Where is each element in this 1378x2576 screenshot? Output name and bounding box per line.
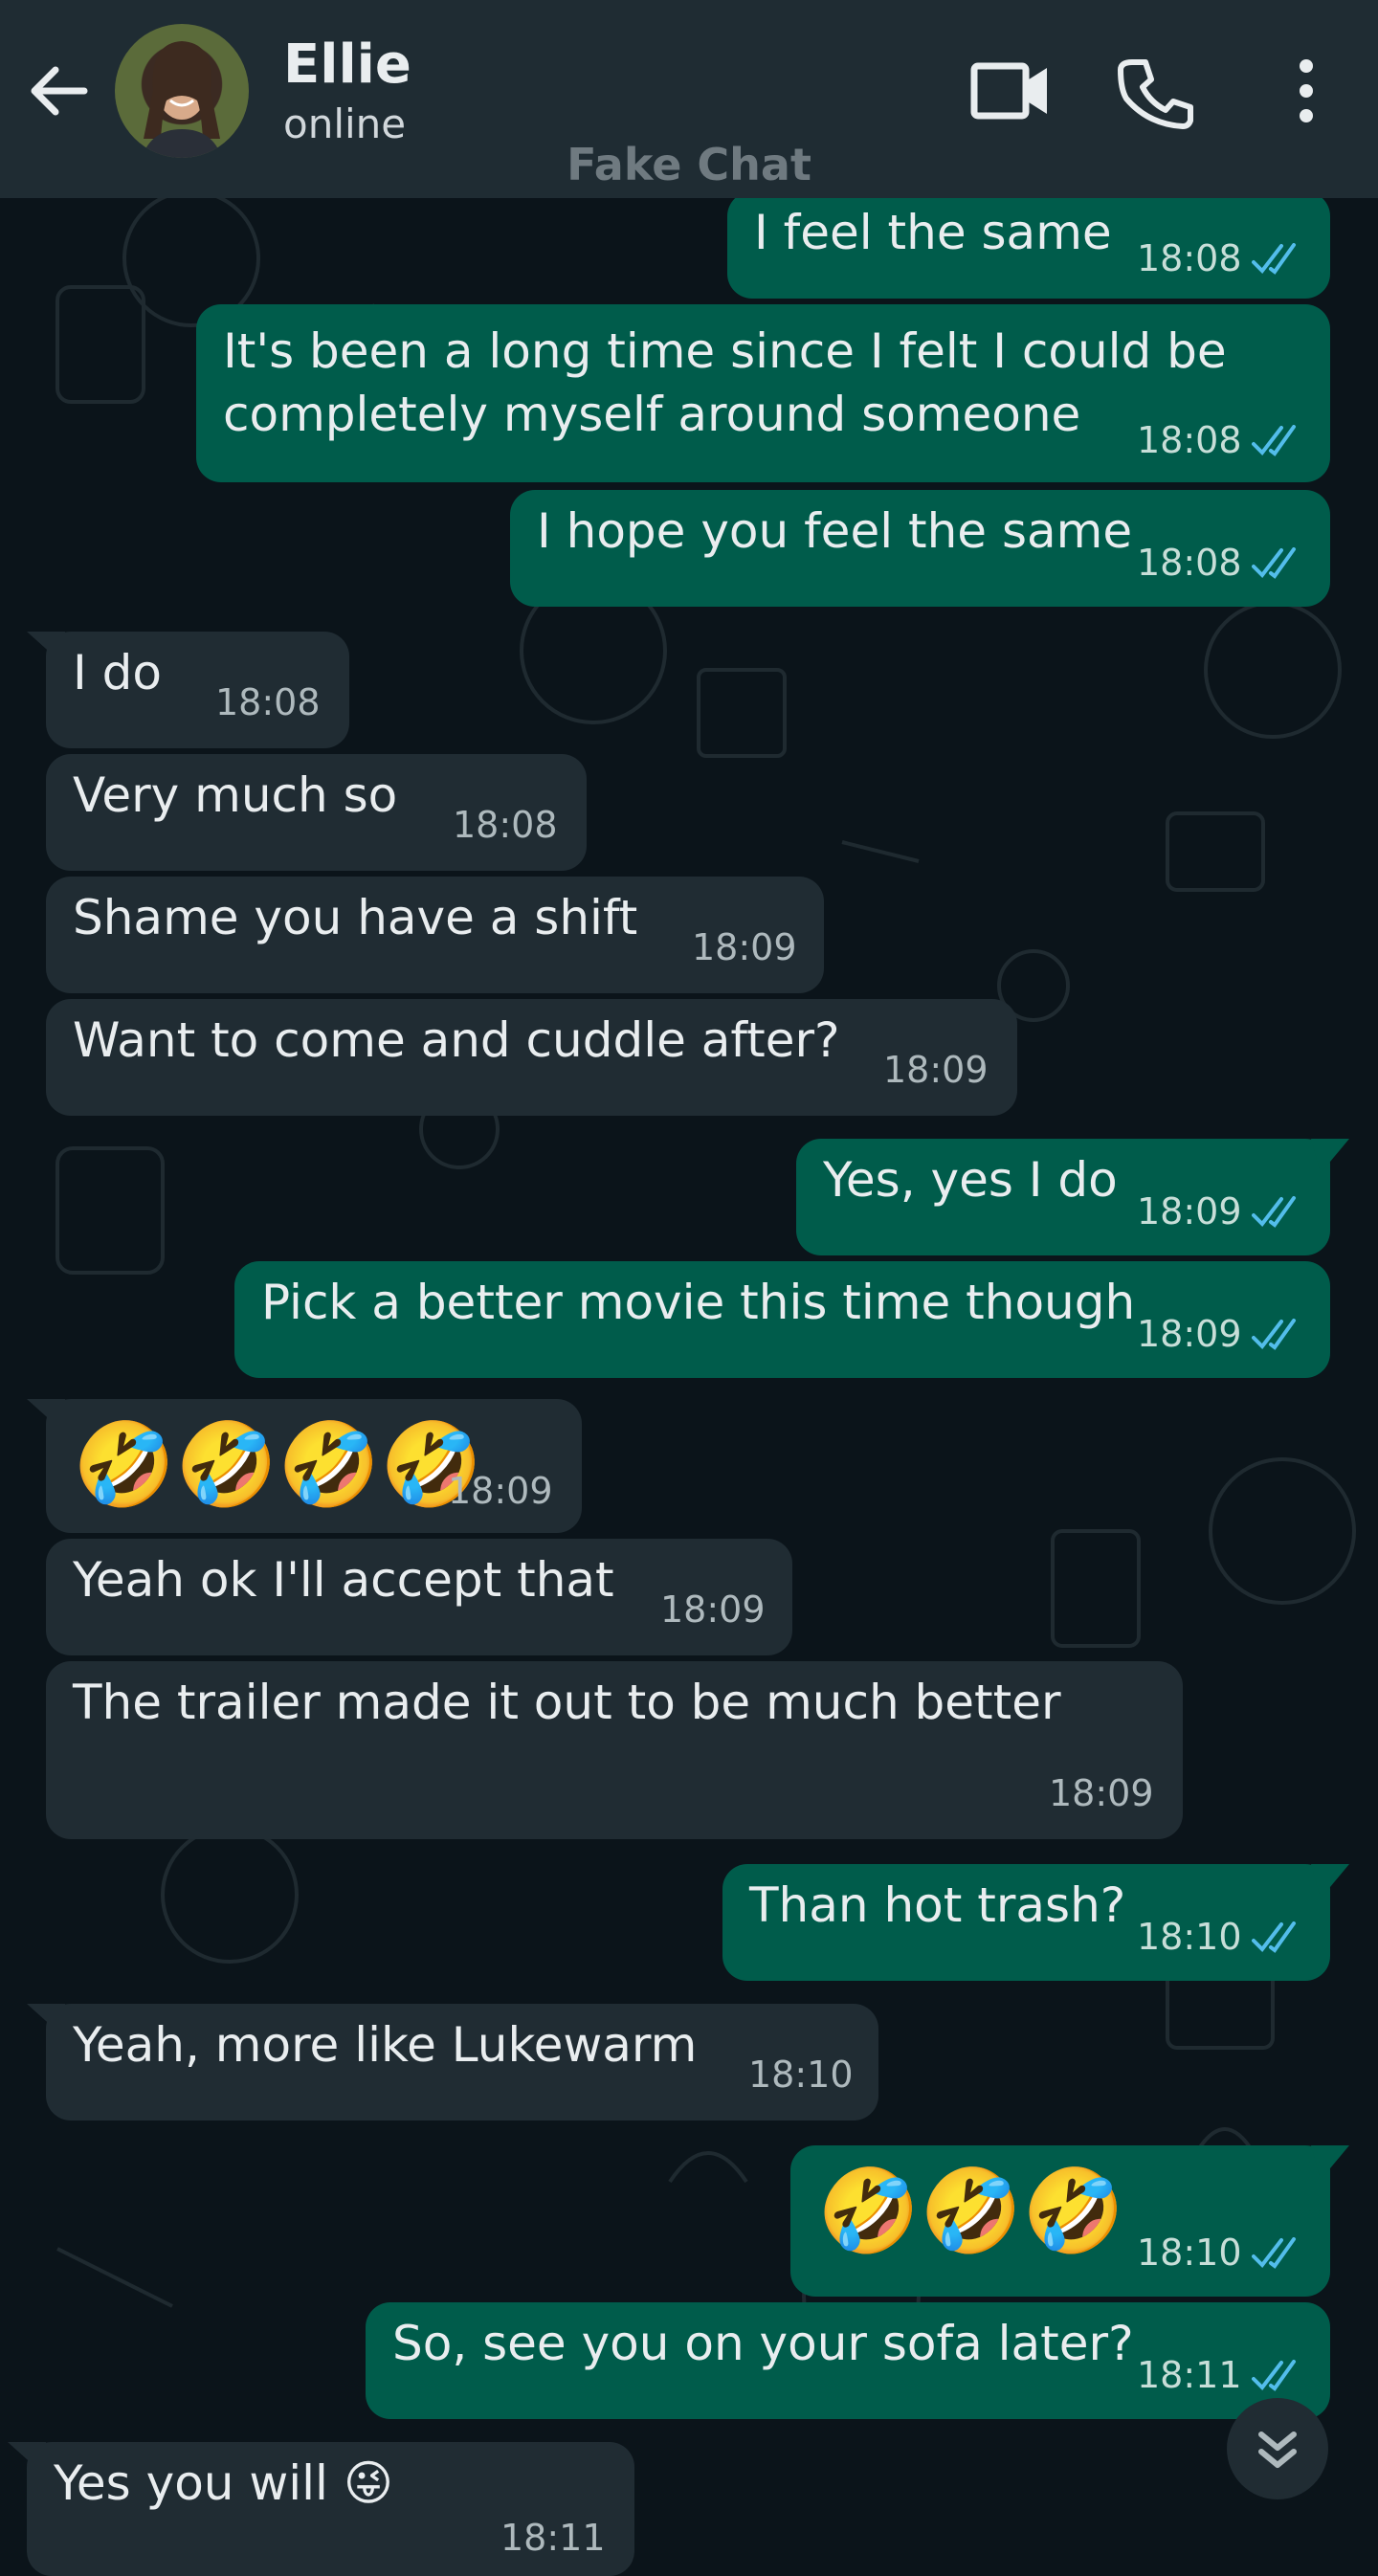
message-timestamp: 18:10 <box>748 2054 854 2096</box>
message-text: Pick a better movie this time though <box>261 1275 1136 1330</box>
incoming-message-bubble[interactable]: The trailer made it out to be much bette… <box>46 1661 1183 1839</box>
message-list[interactable]: I feel the same 18:08 It's been a long tim… <box>0 0 1378 2576</box>
bubble-tail <box>8 2442 46 2476</box>
message-timestamp: 18:11 <box>1137 2354 1242 2396</box>
message-text: Yeah ok I'll accept that <box>73 1552 614 1608</box>
double-check-icon <box>1252 2360 1296 2391</box>
message-timestamp: 18:09 <box>1137 1190 1242 1232</box>
double-check-icon <box>1252 243 1296 275</box>
message-timestamp: 18:09 <box>883 1049 989 1091</box>
message-text: Very much so <box>73 767 398 823</box>
message-timestamp: 18:08 <box>1137 237 1242 279</box>
watermark-text: Fake Chat <box>567 139 811 190</box>
message-timestamp: 18:09 <box>1049 1772 1154 1814</box>
bubble-tail <box>27 1399 65 1433</box>
back-arrow-icon[interactable] <box>21 53 98 129</box>
message-text: 🤣🤣🤣🤣 <box>73 1417 483 1513</box>
double-check-icon <box>1252 1921 1296 1953</box>
message-text: Yeah, more like Lukewarm <box>73 2017 698 2073</box>
message-timestamp: 18:08 <box>1137 419 1242 461</box>
bubble-tail <box>27 632 65 666</box>
more-options-icon[interactable] <box>1273 53 1340 129</box>
message-text: Yes you will 😜 <box>54 2455 393 2511</box>
phone-call-icon[interactable] <box>1115 53 1201 129</box>
message-text: It's been a long time since I felt I cou… <box>223 323 1227 442</box>
message-timestamp: 18:10 <box>1137 1916 1242 1958</box>
message-text: Want to come and cuddle after? <box>73 1012 840 1068</box>
incoming-message-bubble[interactable]: Want to come and cuddle after? <box>46 999 1017 1116</box>
message-text: So, see you on your sofa later? <box>392 2316 1134 2371</box>
double-check-icon <box>1252 547 1296 579</box>
double-check-icon <box>1252 1196 1296 1228</box>
message-timestamp: 18:09 <box>448 1470 553 1512</box>
video-call-icon[interactable] <box>967 53 1053 129</box>
message-text: Shame you have a shift <box>73 890 638 945</box>
bubble-tail <box>1311 1139 1349 1173</box>
message-text: Than hot trash? <box>749 1877 1126 1933</box>
message-timestamp: 18:09 <box>692 926 797 968</box>
double-check-icon <box>1252 2237 1296 2269</box>
message-timestamp: 18:08 <box>1137 542 1242 584</box>
message-timestamp: 18:08 <box>453 804 558 846</box>
message-text: I hope you feel the same <box>537 503 1133 559</box>
incoming-message-bubble[interactable]: 🤣🤣🤣🤣 <box>46 1399 582 1533</box>
message-text: I do <box>73 645 162 700</box>
double-check-icon <box>1252 1319 1296 1350</box>
double-check-icon <box>1252 425 1296 456</box>
outgoing-message-bubble[interactable]: 🤣🤣🤣 <box>790 2145 1330 2297</box>
message-timestamp: 18:11 <box>500 2517 606 2559</box>
avatar[interactable] <box>115 24 249 158</box>
bubble-tail <box>1311 2145 1349 2180</box>
bubble-tail <box>27 2004 65 2038</box>
message-timestamp: 18:09 <box>660 1588 766 1631</box>
message-text: Yes, yes I do <box>823 1152 1118 1208</box>
scroll-down-icon[interactable] <box>1227 2398 1328 2499</box>
outgoing-message-bubble[interactable]: Yes, yes I do <box>796 1139 1330 1255</box>
message-timestamp: 18:08 <box>215 681 321 723</box>
message-timestamp: 18:10 <box>1137 2232 1242 2274</box>
message-timestamp: 18:09 <box>1137 1313 1242 1355</box>
bubble-tail <box>1311 1864 1349 1899</box>
message-text: The trailer made it out to be much bette… <box>73 1675 1061 1730</box>
message-text: 🤣🤣🤣 <box>817 2164 1125 2259</box>
message-text: I feel the same <box>754 205 1112 260</box>
contact-name[interactable]: Ellie <box>283 33 411 96</box>
